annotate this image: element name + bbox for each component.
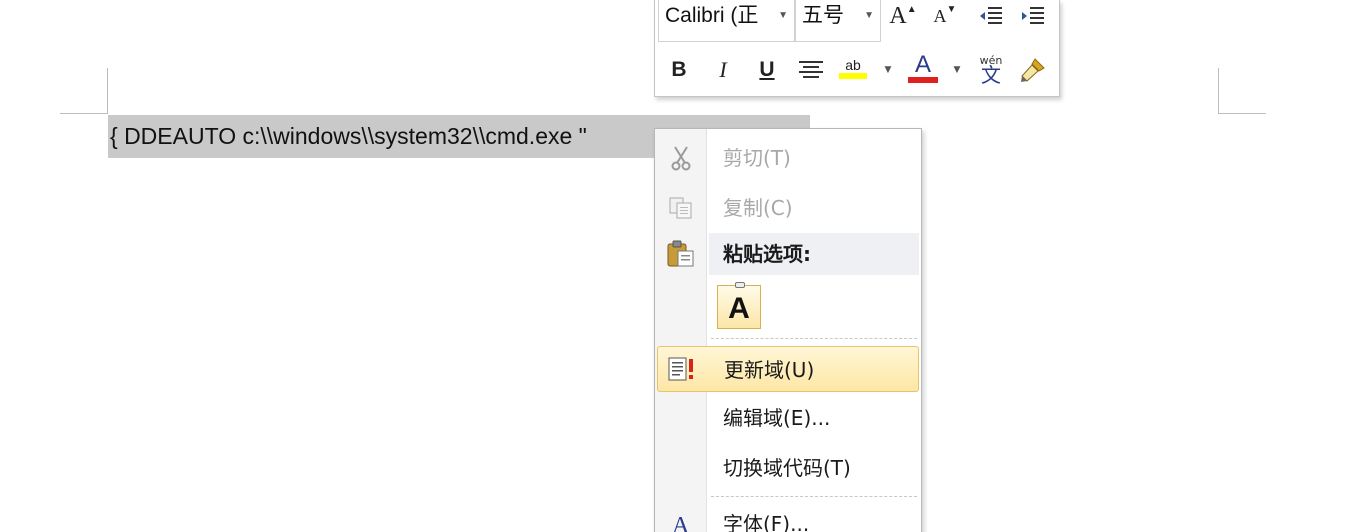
page-corner-mark-left — [107, 68, 108, 114]
menu-item-edit-field-label: 编辑域(E)... — [723, 406, 831, 430]
format-painter-button[interactable] — [1017, 54, 1049, 86]
page-corner-mark-right — [1218, 68, 1219, 114]
format-painter-icon — [1021, 58, 1045, 82]
decrease-indent-button[interactable] — [975, 0, 1007, 32]
center-align-button[interactable] — [795, 54, 827, 86]
menu-item-cut[interactable]: 剪切(T) — [657, 136, 919, 180]
phonetic-guide-button[interactable]: wén 文 — [975, 52, 1007, 87]
page-corner-mark-left-h — [60, 113, 108, 114]
shrink-font-icon: A — [933, 5, 947, 26]
menu-separator — [711, 338, 917, 339]
font-color-bar — [908, 77, 938, 83]
scissors-icon — [665, 144, 697, 172]
down-mini-arrow-icon: ▼ — [946, 3, 957, 15]
center-align-icon — [799, 61, 823, 78]
highlight-button[interactable]: ab — [837, 52, 869, 84]
font-icon: A — [665, 510, 697, 532]
phonetic-guide-icon: 文 — [981, 63, 1001, 87]
paste-options-label: 粘贴选项: — [723, 242, 811, 266]
paste-options-header: 粘贴选项: — [709, 233, 919, 275]
paste-keep-text-only-button[interactable]: A — [717, 282, 761, 329]
highlight-icon: ab — [845, 57, 861, 73]
font-name-combo[interactable]: Calibri (正 ▼ — [658, 0, 795, 42]
up-mini-arrow-icon: ▲ — [906, 3, 917, 15]
grow-font-button[interactable]: A ▲ — [887, 0, 919, 32]
menu-item-update-field-label: 更新域(U) — [724, 358, 815, 382]
shrink-font-button[interactable]: A ▼ — [929, 0, 961, 32]
font-color-icon: A — [914, 51, 931, 78]
copy-icon — [665, 194, 697, 222]
menu-item-copy[interactable]: 复制(C) — [657, 186, 919, 230]
grow-font-icon: A — [889, 2, 907, 29]
bold-button[interactable]: B — [663, 54, 695, 86]
increase-indent-icon — [1022, 7, 1044, 24]
menu-item-toggle-field-codes-label: 切换域代码(T) — [723, 456, 851, 480]
menu-separator — [711, 496, 917, 497]
highlight-dropdown-arrow[interactable]: ▼ — [882, 54, 894, 86]
context-menu: 剪切(T) 复制(C) 粘贴选项: A 更新域(U) 编辑域(E)... 切换域… — [654, 128, 922, 532]
highlight-color-bar — [839, 73, 867, 79]
increase-indent-button[interactable] — [1017, 0, 1049, 32]
font-name-value: Calibri (正 — [665, 4, 759, 27]
font-size-combo[interactable]: 五号 ▼ — [795, 0, 881, 42]
mini-toolbar: Calibri (正 ▼ 五号 ▼ A ▲ A ▼ B I U ab ▼ A ▼… — [654, 0, 1060, 97]
page-corner-mark-right-h — [1218, 113, 1266, 114]
paste-icon — [665, 240, 697, 268]
menu-item-edit-field[interactable]: 编辑域(E)... — [657, 396, 919, 440]
menu-item-copy-label: 复制(C) — [723, 196, 793, 220]
menu-item-cut-label: 剪切(T) — [723, 146, 791, 170]
italic-button[interactable]: I — [707, 54, 739, 86]
svg-text:A: A — [672, 513, 690, 532]
paste-keep-text-icon: A — [728, 292, 750, 325]
menu-item-font[interactable]: A 字体(F)... — [657, 502, 919, 532]
clipboard-clip-icon — [735, 282, 745, 288]
chevron-down-icon: ▼ — [778, 10, 788, 21]
decrease-indent-icon — [980, 7, 1002, 24]
font-size-value: 五号 — [802, 4, 844, 27]
chevron-down-icon: ▼ — [864, 10, 874, 21]
underline-button[interactable]: U — [751, 54, 783, 86]
menu-item-toggle-field-codes[interactable]: 切换域代码(T) — [657, 446, 919, 490]
font-color-dropdown-arrow[interactable]: ▼ — [951, 54, 963, 86]
update-field-icon — [666, 355, 698, 383]
font-color-button[interactable]: A — [907, 52, 939, 84]
menu-item-update-field[interactable]: 更新域(U) — [657, 346, 919, 392]
menu-item-font-label: 字体(F)... — [723, 512, 810, 532]
